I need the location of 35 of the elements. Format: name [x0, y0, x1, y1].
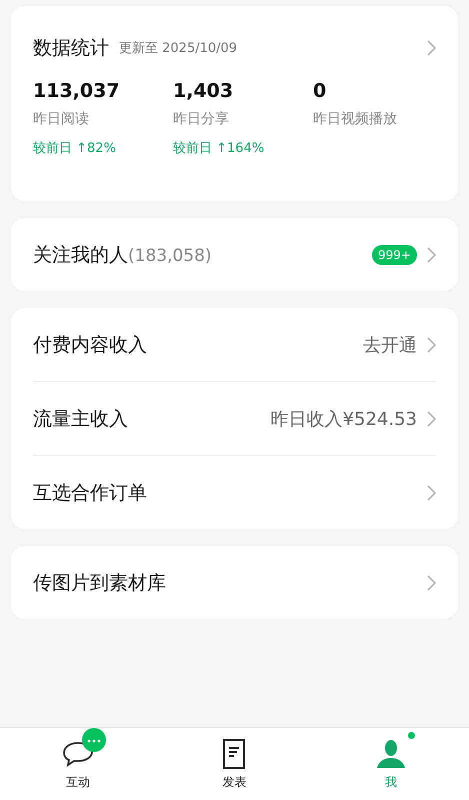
stat-change: 较前日 ↑82% [33, 140, 116, 158]
stat-label: 昨日视频播放 [313, 110, 397, 129]
tab[interactable]: 互动 [0, 728, 156, 800]
row-label: 互选合作订单 [33, 480, 148, 506]
chevron-right-icon [427, 574, 436, 590]
row-label: 关注我的人(183,058) [33, 242, 213, 268]
stat-change: 较前日 ↑164% [173, 140, 264, 158]
row-value: 去开通 [363, 334, 417, 356]
chevron-right-icon [427, 246, 436, 262]
person-icon [374, 738, 407, 770]
tab[interactable]: 发表 [156, 728, 313, 800]
tab-label: 互动 [66, 774, 90, 790]
count-badge: 999+ [372, 244, 417, 264]
stat-value: 0 [313, 79, 326, 104]
tab-label: 发表 [222, 774, 246, 790]
stat-value: 113,037 [33, 79, 120, 104]
menu-row[interactable]: 付费内容收入 去开通 [33, 308, 436, 381]
update-date: 更新至 2025/10/09 [119, 40, 238, 57]
tab-label: 我 [384, 774, 397, 790]
menu-row[interactable]: 关注我的人(183,058) 999+ [33, 218, 436, 291]
row-label: 传图片到素材库 [33, 570, 167, 596]
menu-row[interactable]: 流量主收入 昨日收入¥524.53 [33, 381, 436, 455]
chevron-right-icon [427, 484, 436, 500]
chevron-right-icon [427, 410, 436, 426]
stat-label: 昨日分享 [173, 110, 229, 129]
stats-title: 数据统计 [33, 36, 109, 61]
menu-row[interactable]: 传图片到素材库 [33, 546, 436, 619]
stat-label: 昨日阅读 [33, 110, 89, 129]
row-label: 付费内容收入 [33, 332, 148, 358]
menu-row[interactable]: 互选合作订单 [33, 455, 436, 529]
row-value: 昨日收入¥524.53 [270, 408, 417, 430]
stat-value: 1,403 [173, 79, 234, 104]
chevron-right-icon [427, 40, 436, 56]
row-label: 流量主收入 [33, 406, 129, 432]
chevron-right-icon [427, 336, 436, 352]
